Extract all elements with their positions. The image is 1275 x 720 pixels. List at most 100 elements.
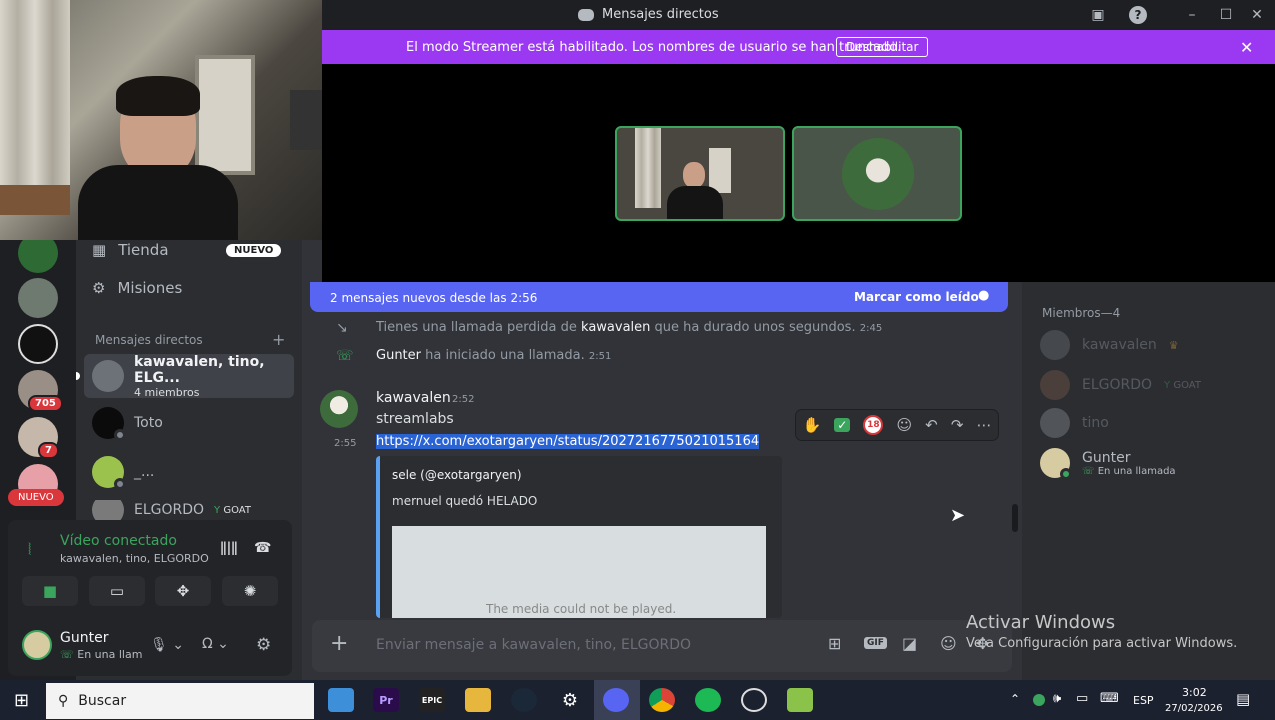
attach-plus-icon[interactable]: + [330, 631, 348, 656]
new-dm-icon[interactable]: + [272, 330, 285, 349]
tray-chevron-icon[interactable]: ⌃ [1010, 692, 1020, 706]
member-elgordo[interactable]: ELGORDO Y GOAT [1040, 370, 1201, 400]
minimize-button[interactable]: – [1182, 5, 1202, 25]
app-icon-android[interactable] [787, 688, 813, 712]
dm-item-user[interactable]: _... [84, 450, 294, 494]
message-actions-toolbar: ✋ ✓ 18 ☺ ↶ ↷ ⋯ [796, 410, 998, 440]
webcam-overlay [0, 0, 322, 240]
microphone-icon[interactable]: 🎙︎ ⌄ [150, 637, 184, 653]
forward-icon[interactable]: ↷ [951, 416, 964, 434]
gift-icon[interactable]: ⊞ [828, 634, 841, 653]
video-tile-avatar[interactable] [792, 126, 962, 221]
maximize-button[interactable]: ☐ [1216, 5, 1236, 25]
dm-item-elgordo[interactable]: ELGORDO Y GOAT [84, 500, 294, 520]
app-icon-widgets[interactable] [328, 688, 354, 712]
nav-misiones[interactable]: ⚙ Misiones [92, 279, 182, 297]
emoji-icon[interactable]: ☺ [940, 634, 957, 653]
video-stage [322, 64, 1275, 282]
activities-button[interactable]: ✥ [155, 576, 211, 606]
app-icon-obs[interactable] [741, 688, 767, 712]
banner-text: El modo Streamer está habilitado. Los no… [406, 40, 902, 55]
camera-button[interactable]: ■ [22, 576, 78, 606]
user-name[interactable]: Gunter [60, 630, 108, 646]
keyboard-icon[interactable]: ⌨ [1100, 691, 1119, 706]
server-badge: 705 [28, 395, 63, 412]
server-badge: 7 [38, 442, 59, 459]
new-badge: NUEVO [226, 244, 282, 257]
age-reaction-icon[interactable]: 18 [863, 415, 884, 435]
embed-author[interactable]: sele (@exotargaryen) [392, 468, 522, 482]
app-icon-chrome[interactable] [649, 688, 675, 712]
soundboard-button[interactable]: ✺ [222, 576, 278, 606]
server-icon[interactable] [18, 324, 58, 364]
goat-tag: Y GOAT [214, 504, 251, 516]
help-icon[interactable]: ? [1129, 6, 1147, 24]
more-options-icon[interactable]: ⋯ [976, 416, 991, 434]
crown-icon: ♛ [1168, 338, 1179, 352]
server-icon[interactable] [18, 278, 58, 318]
clock-time[interactable]: 3:02 [1182, 686, 1207, 699]
close-banner-icon[interactable]: ✕ [1240, 38, 1253, 57]
app-icon-settings[interactable]: ⚙ [557, 688, 583, 712]
member-kawavalen[interactable]: kawavalen ♛ [1040, 330, 1179, 360]
app-icon-premiere[interactable]: Pr [373, 688, 399, 712]
avatar [1040, 448, 1072, 480]
app-icon-explorer[interactable] [465, 688, 491, 712]
taskbar-search[interactable]: ⚲ Buscar [46, 683, 314, 719]
system-message-call: Gunter ha iniciado una llamada. 2:51 [376, 348, 612, 363]
dm-item-group[interactable]: kawavalen, tino, ELG... 4 miembros [84, 354, 294, 399]
embed-media[interactable]: The media could not be played. [392, 526, 766, 618]
add-reaction-icon[interactable]: ☺ [896, 416, 912, 434]
media-error-text: The media could not be played. [486, 602, 677, 616]
signal-icon[interactable]: ⦚ [28, 540, 31, 560]
user-avatar[interactable] [22, 630, 52, 660]
reply-icon[interactable]: ↶ [925, 416, 938, 434]
network-icon[interactable]: ▭ [1076, 691, 1088, 706]
nav-tienda[interactable]: ▦ Tienda [92, 241, 169, 259]
inbox-icon[interactable]: ▣ [1088, 5, 1108, 25]
tray-app-icon[interactable] [1033, 694, 1045, 706]
language-indicator[interactable]: ESP [1133, 694, 1154, 707]
noise-suppression-icon[interactable]: ǁǀǁ [220, 540, 238, 556]
windows-start-icon[interactable]: ⊞ [14, 690, 29, 711]
close-window-button[interactable]: ✕ [1247, 5, 1267, 25]
camera-icon: ■ [42, 582, 58, 600]
app-icon-steam[interactable] [511, 688, 537, 712]
app-icon-discord[interactable] [603, 688, 629, 712]
clock-date[interactable]: 27/02/2026 [1165, 703, 1223, 714]
sticker-icon[interactable]: ◪ [902, 634, 917, 653]
streamer-mode-banner: El modo Streamer está habilitado. Los no… [322, 30, 1275, 64]
volume-icon[interactable]: 🕪︎ [1053, 691, 1061, 706]
chat-scrollbar[interactable] [1012, 504, 1018, 532]
author-avatar[interactable] [320, 390, 358, 428]
app-icon-epic[interactable]: EPIC [419, 688, 445, 712]
window-title: Mensajes directos [578, 7, 719, 22]
message-author[interactable]: kawavalen [376, 390, 451, 406]
member-tino[interactable]: tino [1040, 408, 1109, 438]
disable-streamer-button[interactable]: Deshabilitar [836, 37, 929, 57]
app-icon-spotify[interactable] [695, 688, 721, 712]
member-gunter[interactable]: Gunter ☏ En una llamada [1040, 448, 1176, 480]
shop-icon: ▦ [92, 241, 107, 259]
check-reaction-icon[interactable]: ✓ [834, 418, 851, 432]
message-input[interactable]: Enviar mensaje a kawavalen, tino, ELGORD… [376, 637, 691, 653]
notifications-icon[interactable]: ▤ [1236, 690, 1250, 708]
dm-item-toto[interactable]: Toto [84, 401, 294, 445]
mark-read-button[interactable]: Marcar como leído [854, 290, 979, 304]
search-icon: ⚲ [58, 693, 69, 709]
goat-tag: Y GOAT [1164, 379, 1201, 391]
message-link[interactable]: https://x.com/exotargaryen/status/202721… [376, 434, 760, 449]
headphones-icon[interactable]: Ω ⌄ [202, 636, 229, 652]
voice-channel[interactable]: kawavalen, tino, ELGORDO [60, 552, 209, 565]
soundboard-icon: ✺ [243, 582, 257, 600]
settings-gear-icon[interactable]: ⚙ [256, 635, 271, 655]
new-messages-bar[interactable]: 2 mensajes nuevos desde las 2:56 Marcar … [310, 282, 1008, 312]
gif-icon[interactable]: GIF [864, 637, 887, 649]
link-embed[interactable]: sele (@exotargaryen) mernuel quedó HELAD… [376, 456, 782, 618]
voice-status[interactable]: Vídeo conectado [60, 533, 177, 549]
video-tile-self[interactable] [615, 126, 785, 221]
wave-reaction-icon[interactable]: ✋ [803, 416, 822, 434]
discord-icon [578, 8, 594, 21]
screenshare-button[interactable]: ▭ [89, 576, 145, 606]
disconnect-icon[interactable]: ☎ [254, 540, 271, 556]
